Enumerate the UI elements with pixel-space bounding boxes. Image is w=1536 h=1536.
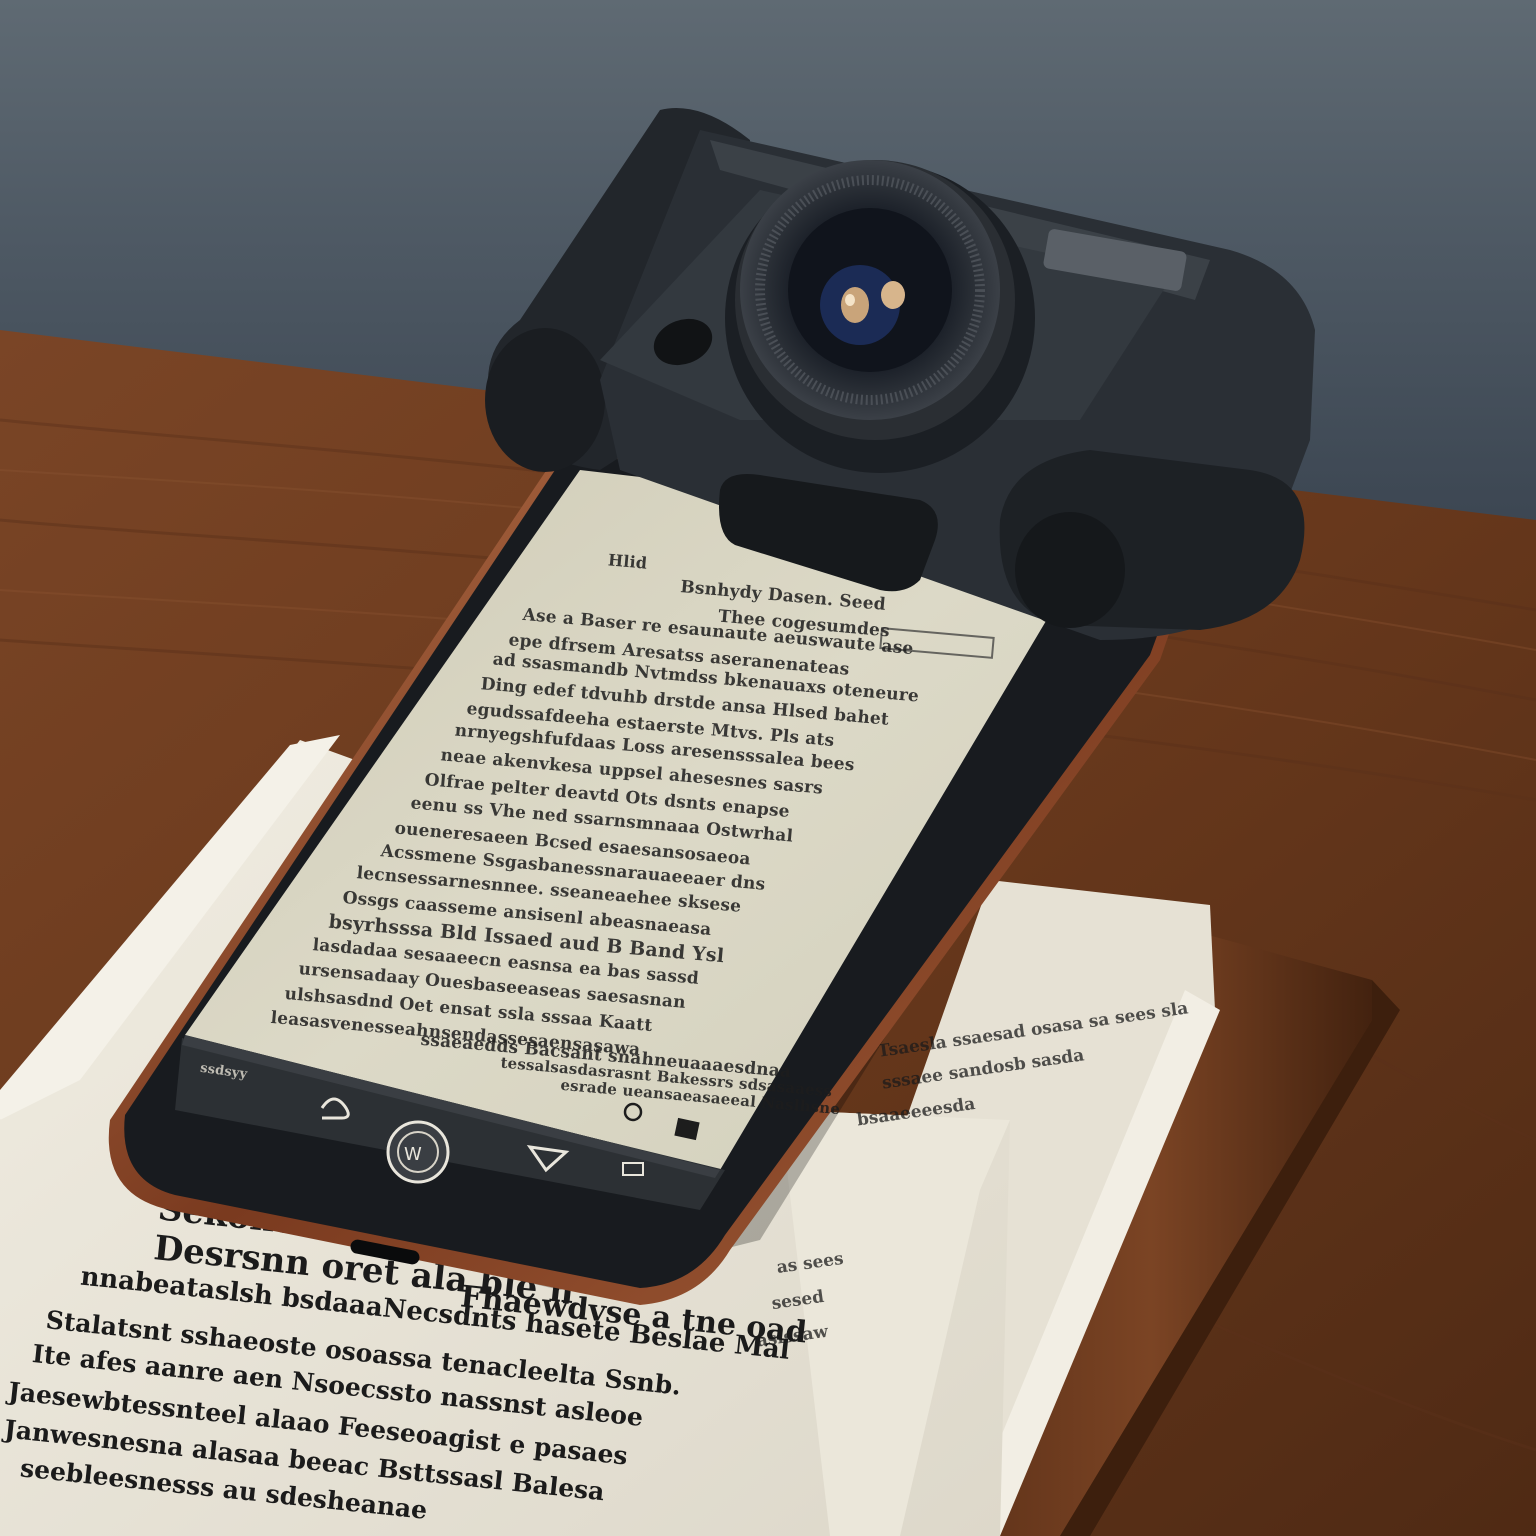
clip-on-camera [485, 108, 1315, 640]
photo-scene: Sekokero Dkede die cro Desrsnn oret ala … [0, 0, 1536, 1536]
